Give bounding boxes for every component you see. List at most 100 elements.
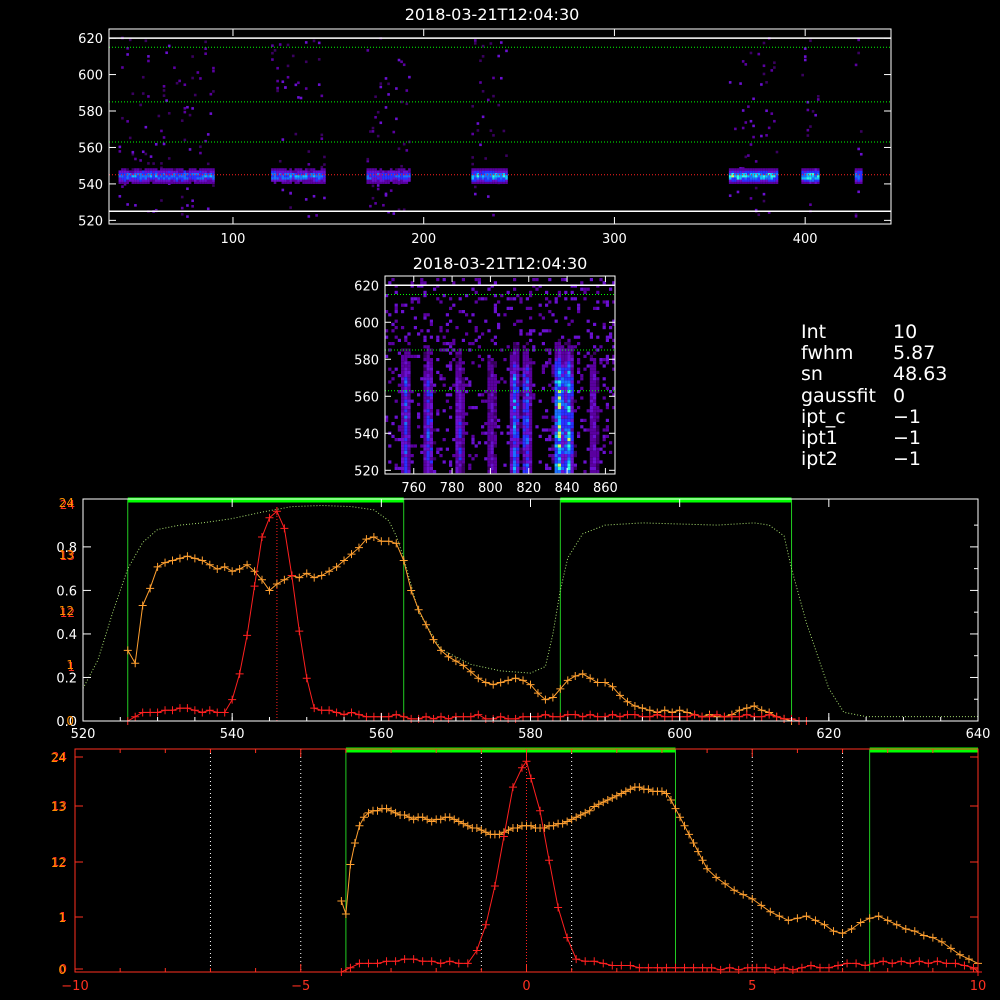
raster-pixel: [394, 415, 398, 419]
raster-pixel: [583, 470, 587, 474]
raster-pixel: [567, 402, 571, 406]
raster-pixel: [532, 396, 536, 400]
raster-pixel: [429, 434, 433, 438]
raster-pixel: [522, 402, 526, 406]
map-pixel: [149, 168, 153, 171]
raster-pixel: [554, 399, 558, 403]
map-pixel: [484, 157, 487, 160]
raster-pixel: [401, 310, 405, 314]
map-pixel: [402, 63, 406, 67]
raster-pixel: [404, 450, 408, 454]
raster-pixel: [522, 460, 526, 464]
map-pixel: [165, 168, 168, 171]
raster-pixel: [500, 377, 504, 381]
map-pixel: [801, 168, 804, 171]
raster-pixel: [490, 370, 494, 374]
raster-pixel: [522, 447, 526, 451]
map-pixel: [402, 142, 406, 146]
raster-pixel: [455, 415, 459, 419]
raster-pixel: [509, 428, 513, 432]
raster-pixel: [493, 438, 497, 442]
raster-pixel: [458, 463, 462, 467]
raster-pixel: [551, 386, 555, 390]
map-pixel: [749, 51, 753, 55]
raster-pixel: [433, 287, 437, 291]
raster-pixel: [490, 470, 494, 474]
map-pixel: [481, 55, 485, 58]
raster-pixel: [573, 297, 577, 301]
raster-pixel: [551, 457, 555, 461]
raster-pixel: [554, 364, 558, 368]
raster-pixel: [410, 460, 414, 464]
raster-pixel: [493, 460, 497, 464]
raster-pixel: [404, 438, 408, 442]
raster-pixel: [397, 374, 401, 378]
raster-pixel: [522, 425, 526, 429]
raster-pixel: [513, 377, 517, 381]
raster-pixel: [487, 431, 491, 435]
raster-pixel: [513, 415, 517, 419]
raster-pixel: [401, 425, 405, 429]
raster-pixel: [525, 396, 529, 400]
map-pixel: [186, 187, 189, 191]
raster-pixel: [420, 281, 424, 285]
raster-pixel: [506, 306, 510, 310]
raster-pixel: [429, 374, 433, 378]
raster-pixel: [522, 434, 526, 438]
raster-pixel: [570, 354, 574, 358]
raster-pixel: [554, 441, 558, 445]
raster-pixel: [423, 338, 427, 342]
raster-y-tick-label: 560: [354, 390, 379, 405]
raster-pixel: [605, 425, 609, 429]
raster-pixel: [525, 297, 529, 301]
raster-pixel: [455, 380, 459, 384]
raster-pixel: [490, 422, 494, 426]
raster-pixel: [455, 447, 459, 451]
raster-pixel: [596, 457, 600, 461]
map-pixel: [167, 157, 171, 160]
raster-pixel: [455, 438, 459, 442]
raster-pixel: [525, 415, 529, 419]
raster-pixel: [519, 297, 523, 301]
raster-pixel: [557, 434, 561, 438]
raster-pixel: [391, 434, 395, 438]
raster-pixel: [589, 412, 593, 416]
raster-pixel: [493, 393, 497, 397]
map-pixel: [276, 79, 279, 83]
map-pixel: [191, 168, 194, 171]
raster-pixel: [509, 409, 513, 413]
raster-pixel: [509, 425, 513, 429]
raster-pixel: [410, 297, 414, 301]
raster-pixel: [404, 431, 408, 435]
raster-pixel: [449, 345, 453, 349]
map-pixel: [162, 89, 166, 92]
map-pixel: [199, 151, 202, 155]
raster-pixel: [404, 358, 408, 362]
map-pixel: [204, 40, 207, 44]
raster-pixel: [564, 460, 568, 464]
raster-pixel: [564, 399, 568, 403]
raster-pixel: [493, 281, 497, 285]
raster-pixel: [570, 361, 574, 365]
raster-pixel: [404, 428, 408, 432]
raster-pixel: [452, 281, 456, 285]
raster-pixel: [529, 466, 533, 470]
raster-pixel: [529, 418, 533, 422]
raster-pixel: [570, 418, 574, 422]
raster-pixel: [449, 393, 453, 397]
map-pixel: [286, 75, 290, 79]
raster-pixel: [529, 402, 533, 406]
raster-pixel: [461, 450, 465, 454]
raster-pixel: [541, 342, 545, 346]
raster-pixel: [561, 428, 565, 432]
raster-pixel: [445, 399, 449, 403]
raster-pixel: [589, 431, 593, 435]
raster-pixel: [564, 361, 568, 365]
raster-pixel: [404, 422, 408, 426]
map-pixel: [387, 170, 390, 174]
raster-pixel: [458, 396, 462, 400]
stat-key: ipt1: [801, 427, 838, 450]
map-pixel: [471, 168, 474, 171]
raster-pixel: [401, 402, 405, 406]
raster-pixel: [429, 457, 433, 461]
